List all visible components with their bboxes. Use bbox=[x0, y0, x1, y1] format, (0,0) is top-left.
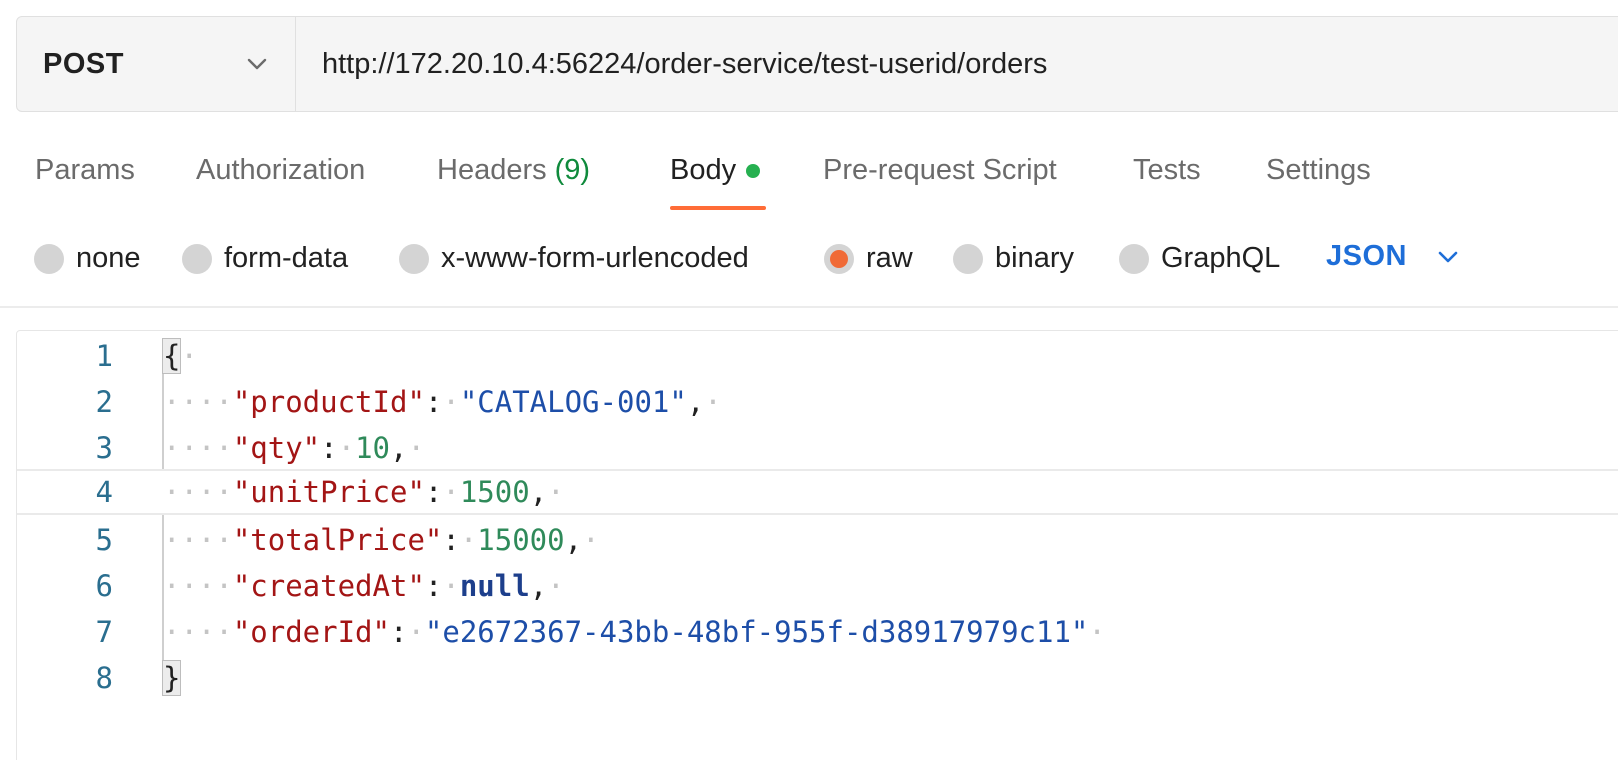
code-line: 8 } bbox=[17, 655, 1618, 701]
chevron-down-icon bbox=[1435, 244, 1461, 270]
radio-x-www-form-urlencoded[interactable]: x-www-form-urlencoded bbox=[399, 242, 749, 275]
radio-binary[interactable]: binary bbox=[953, 242, 1074, 275]
json-key: "unitPrice" bbox=[232, 475, 425, 509]
tab-settings[interactable]: Settings bbox=[1266, 140, 1371, 210]
tab-label: Authorization bbox=[196, 154, 366, 186]
chevron-down-icon bbox=[245, 52, 269, 76]
code-text: ····"orderId":·"e2672367-43bb-48bf-955f-… bbox=[163, 615, 1106, 649]
code-text: {· bbox=[161, 338, 198, 374]
line-number: 5 bbox=[95, 523, 113, 557]
radio-label: GraphQL bbox=[1161, 242, 1281, 274]
code-line: 2 ····"productId":·"CATALOG-001",· bbox=[17, 379, 1618, 425]
code-text: ····"unitPrice":·1500,· bbox=[163, 475, 565, 509]
radio-circle-checked[interactable] bbox=[824, 243, 854, 274]
request-bar: POST bbox=[16, 16, 1618, 112]
tab-authorization[interactable]: Authorization bbox=[196, 140, 365, 210]
tab-label: Headers bbox=[437, 154, 547, 186]
line-number: 1 bbox=[95, 339, 113, 373]
radio-label: binary bbox=[995, 242, 1074, 274]
radio-label: raw bbox=[866, 242, 913, 274]
tab-label: Settings bbox=[1266, 154, 1371, 186]
json-key: "qty" bbox=[232, 431, 321, 465]
tab-label: Params bbox=[35, 154, 135, 186]
tab-label: Tests bbox=[1133, 154, 1201, 186]
body-type-selector: none form-data x-www-form-urlencoded raw… bbox=[0, 228, 1618, 290]
radio-label: x-www-form-urlencoded bbox=[441, 242, 749, 274]
radio-none[interactable]: none bbox=[34, 242, 141, 275]
language-label: JSON bbox=[1326, 240, 1407, 272]
json-key: "productId" bbox=[232, 385, 425, 419]
json-key: "totalPrice" bbox=[232, 523, 443, 557]
tab-label: Pre-request Script bbox=[823, 154, 1057, 186]
json-key: "createdAt" bbox=[232, 569, 425, 603]
close-brace: } bbox=[161, 660, 182, 696]
radio-circle[interactable] bbox=[399, 243, 429, 274]
json-value: "e2672367-43bb-48bf-955f-d38917979c11" bbox=[424, 615, 1089, 649]
json-value: 15000 bbox=[477, 523, 565, 557]
radio-graphql[interactable]: GraphQL bbox=[1119, 242, 1280, 275]
tab-params[interactable]: Params bbox=[35, 140, 135, 210]
line-number: 8 bbox=[95, 661, 113, 695]
code-text: ····"totalPrice":·15000,· bbox=[163, 523, 600, 557]
line-number: 2 bbox=[95, 385, 113, 419]
radio-circle[interactable] bbox=[34, 243, 64, 274]
tab-tests[interactable]: Tests bbox=[1133, 140, 1201, 210]
line-number: 3 bbox=[95, 431, 113, 465]
line-number: 4 bbox=[95, 475, 113, 509]
json-value: "CATALOG-001" bbox=[459, 385, 687, 419]
active-tab-underline bbox=[670, 206, 766, 210]
tab-body[interactable]: Body bbox=[670, 140, 766, 210]
code-line-current: 4 ····"unitPrice":·1500,· bbox=[17, 469, 1618, 515]
code-line: 7 ····"orderId":·"e2672367-43bb-48bf-955… bbox=[17, 609, 1618, 655]
radio-label: form-data bbox=[224, 242, 349, 274]
radio-circle[interactable] bbox=[182, 243, 212, 274]
language-select[interactable]: JSON bbox=[1326, 240, 1461, 273]
radio-raw[interactable]: raw bbox=[824, 242, 913, 275]
code-text: ····"createdAt":·null,· bbox=[163, 569, 565, 603]
radio-circle[interactable] bbox=[1119, 243, 1149, 274]
url-input[interactable] bbox=[296, 17, 1618, 111]
code-line: 6 ····"createdAt":·null,· bbox=[17, 563, 1618, 609]
code-line: 5 ····"totalPrice":·15000,· bbox=[17, 517, 1618, 563]
tab-label: Body bbox=[670, 154, 737, 186]
json-value: null bbox=[459, 569, 530, 603]
open-brace: { bbox=[161, 338, 182, 374]
code-text: } bbox=[161, 660, 182, 696]
radio-form-data[interactable]: form-data bbox=[182, 242, 348, 275]
section-divider bbox=[0, 306, 1618, 308]
radio-circle[interactable] bbox=[953, 243, 983, 274]
json-key: "orderId" bbox=[232, 615, 390, 649]
code-line: 1 {· bbox=[17, 333, 1618, 379]
method-select[interactable]: POST bbox=[17, 17, 296, 111]
body-modified-dot bbox=[746, 164, 761, 178]
tab-headers[interactable]: Headers (9) bbox=[437, 140, 590, 210]
tab-pre-request-script[interactable]: Pre-request Script bbox=[823, 140, 1057, 210]
headers-count: (9) bbox=[554, 154, 591, 186]
code-line: 3 ····"qty":·10,· bbox=[17, 425, 1618, 471]
json-value: 1500 bbox=[459, 475, 530, 509]
line-number: 7 bbox=[95, 615, 113, 649]
code-text: ····"productId":·"CATALOG-001",· bbox=[163, 385, 722, 419]
radio-label: none bbox=[76, 242, 141, 274]
json-value: 10 bbox=[355, 431, 391, 465]
body-editor[interactable]: 1 {· 2 ····"productId":·"CATALOG-001",· … bbox=[16, 330, 1618, 760]
request-tabs: Params Authorization Headers (9) Body Pr… bbox=[0, 140, 1618, 210]
code-text: ····"qty":·10,· bbox=[163, 431, 425, 465]
line-number: 6 bbox=[95, 569, 113, 603]
method-label: POST bbox=[43, 47, 124, 80]
